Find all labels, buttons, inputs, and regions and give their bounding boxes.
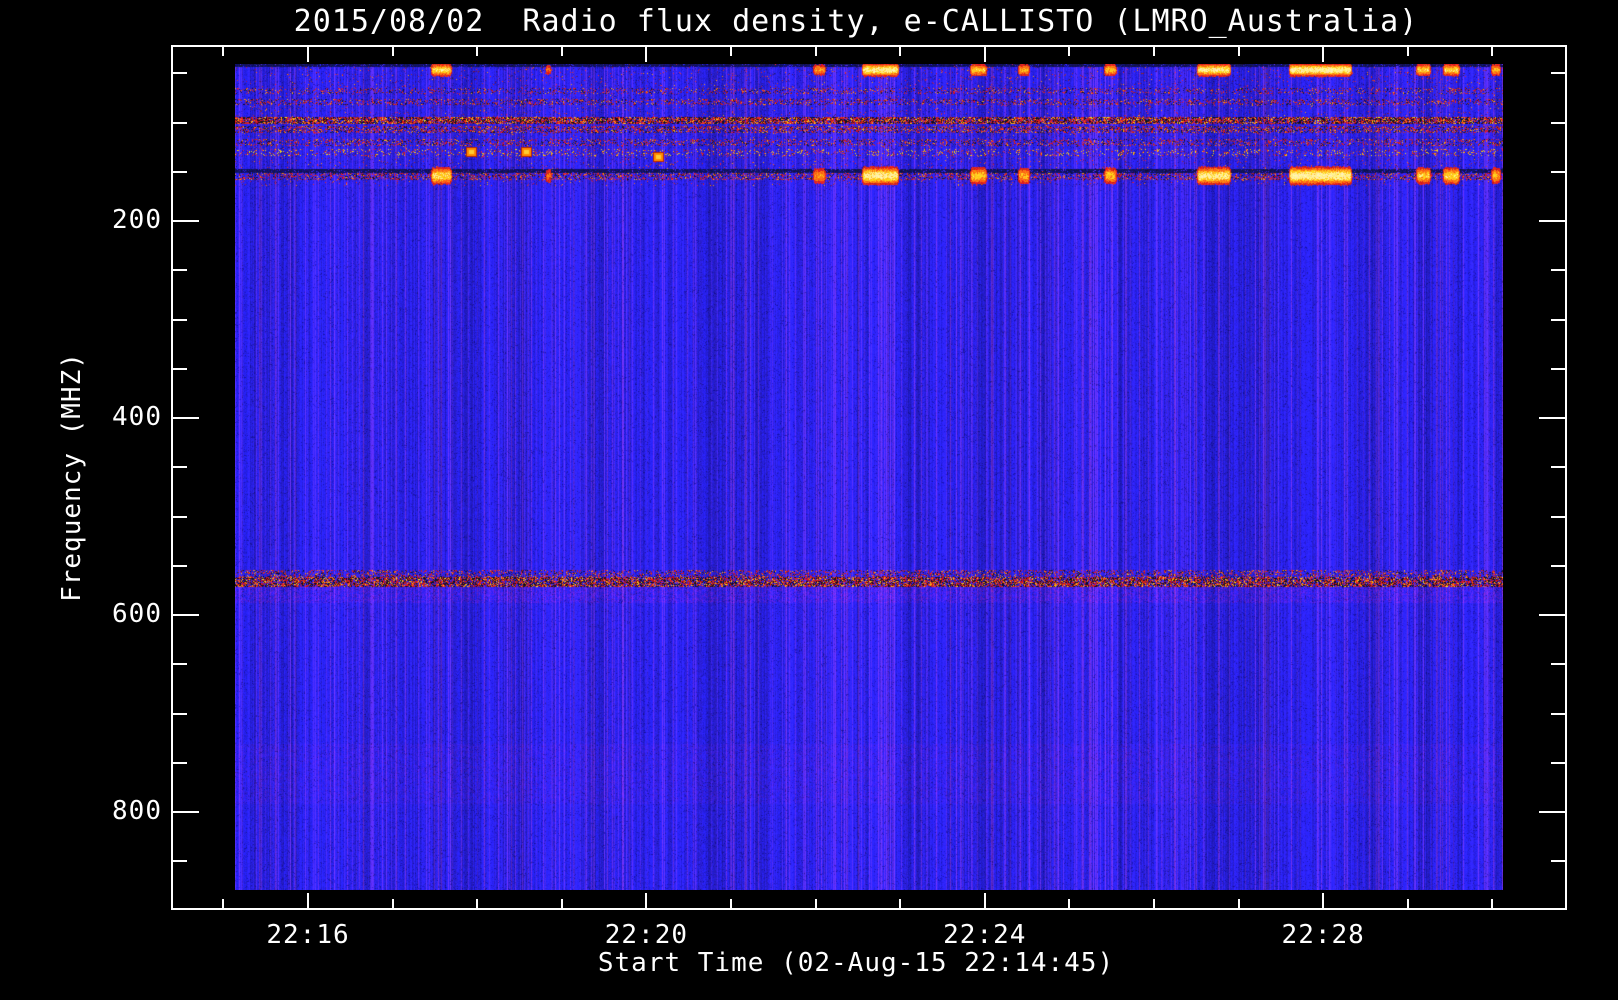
axis-tick [1551, 269, 1565, 271]
axis-tick [1068, 899, 1070, 908]
x-axis-label: Start Time (02-Aug-15 22:14:45) [597, 948, 1115, 978]
axis-tick [476, 899, 478, 908]
axis-tick [173, 713, 187, 715]
axis-tick [173, 811, 199, 813]
axis-tick [307, 47, 309, 62]
axis-tick [222, 899, 224, 908]
axis-tick [730, 47, 732, 56]
axis-tick [1238, 899, 1240, 908]
axis-tick [1539, 417, 1565, 419]
spectrogram-page: 2015/08/02 Radio flux density, e-CALLIST… [0, 0, 1618, 1000]
axis-tick [815, 899, 817, 908]
axis-tick [899, 899, 901, 908]
axis-tick [1491, 899, 1493, 908]
spectrogram-canvas [235, 64, 1503, 890]
axis-tick [561, 47, 563, 56]
axis-tick [173, 368, 187, 370]
axis-tick [645, 47, 647, 62]
axis-tick [173, 417, 199, 419]
axis-tick [1539, 614, 1565, 616]
axis-tick [173, 466, 187, 468]
axis-tick [1539, 811, 1565, 813]
axis-tick [173, 516, 187, 518]
axis-tick [173, 614, 199, 616]
y-tick-label: 800 [112, 795, 162, 826]
axis-tick [173, 762, 187, 764]
x-tick-label: 22:24 [943, 920, 1027, 950]
x-tick-label: 22:28 [1281, 920, 1365, 950]
axis-tick [1153, 47, 1155, 56]
axis-tick [645, 893, 647, 908]
chart-title: 2015/08/02 Radio flux density, e-CALLIST… [293, 4, 1419, 39]
axis-tick [1407, 899, 1409, 908]
axis-tick [173, 319, 187, 321]
axis-tick [561, 899, 563, 908]
axis-tick [1551, 122, 1565, 124]
axis-tick [173, 860, 187, 862]
axis-tick [392, 899, 394, 908]
axis-tick [984, 893, 986, 908]
axis-tick [1551, 72, 1565, 74]
y-axis-label: Frequency (MHZ) [57, 352, 87, 602]
axis-tick [899, 47, 901, 56]
y-tick-label: 200 [112, 204, 162, 235]
axis-tick [1551, 516, 1565, 518]
axis-tick [392, 47, 394, 56]
axis-tick [476, 47, 478, 56]
axis-tick [984, 47, 986, 62]
axis-tick [1153, 899, 1155, 908]
axis-tick [1322, 47, 1324, 62]
axis-tick [730, 899, 732, 908]
axis-tick [1551, 663, 1565, 665]
y-tick-label: 400 [112, 401, 162, 432]
axis-tick [1551, 319, 1565, 321]
axis-tick [1539, 220, 1565, 222]
axis-tick [1551, 762, 1565, 764]
axis-tick [173, 171, 187, 173]
axis-tick [815, 47, 817, 56]
axis-tick [1238, 47, 1240, 56]
axis-tick [173, 122, 187, 124]
axis-tick [173, 220, 199, 222]
axis-tick [173, 72, 187, 74]
axis-tick [1551, 368, 1565, 370]
axis-tick [222, 47, 224, 56]
x-tick-label: 22:20 [604, 920, 689, 950]
x-tick-label: 22:16 [266, 920, 350, 950]
axis-tick [1322, 893, 1324, 908]
axis-tick [1491, 47, 1493, 56]
axis-tick [1407, 47, 1409, 56]
axis-tick [1068, 47, 1070, 56]
axis-tick [307, 893, 309, 908]
axis-tick [173, 269, 187, 271]
axis-tick [1551, 171, 1565, 173]
y-tick-label: 600 [112, 598, 162, 629]
axis-tick [1551, 466, 1565, 468]
axis-tick [173, 565, 187, 567]
axis-tick [173, 663, 187, 665]
axis-tick [1551, 565, 1565, 567]
axis-tick [1551, 860, 1565, 862]
axis-tick [1551, 713, 1565, 715]
